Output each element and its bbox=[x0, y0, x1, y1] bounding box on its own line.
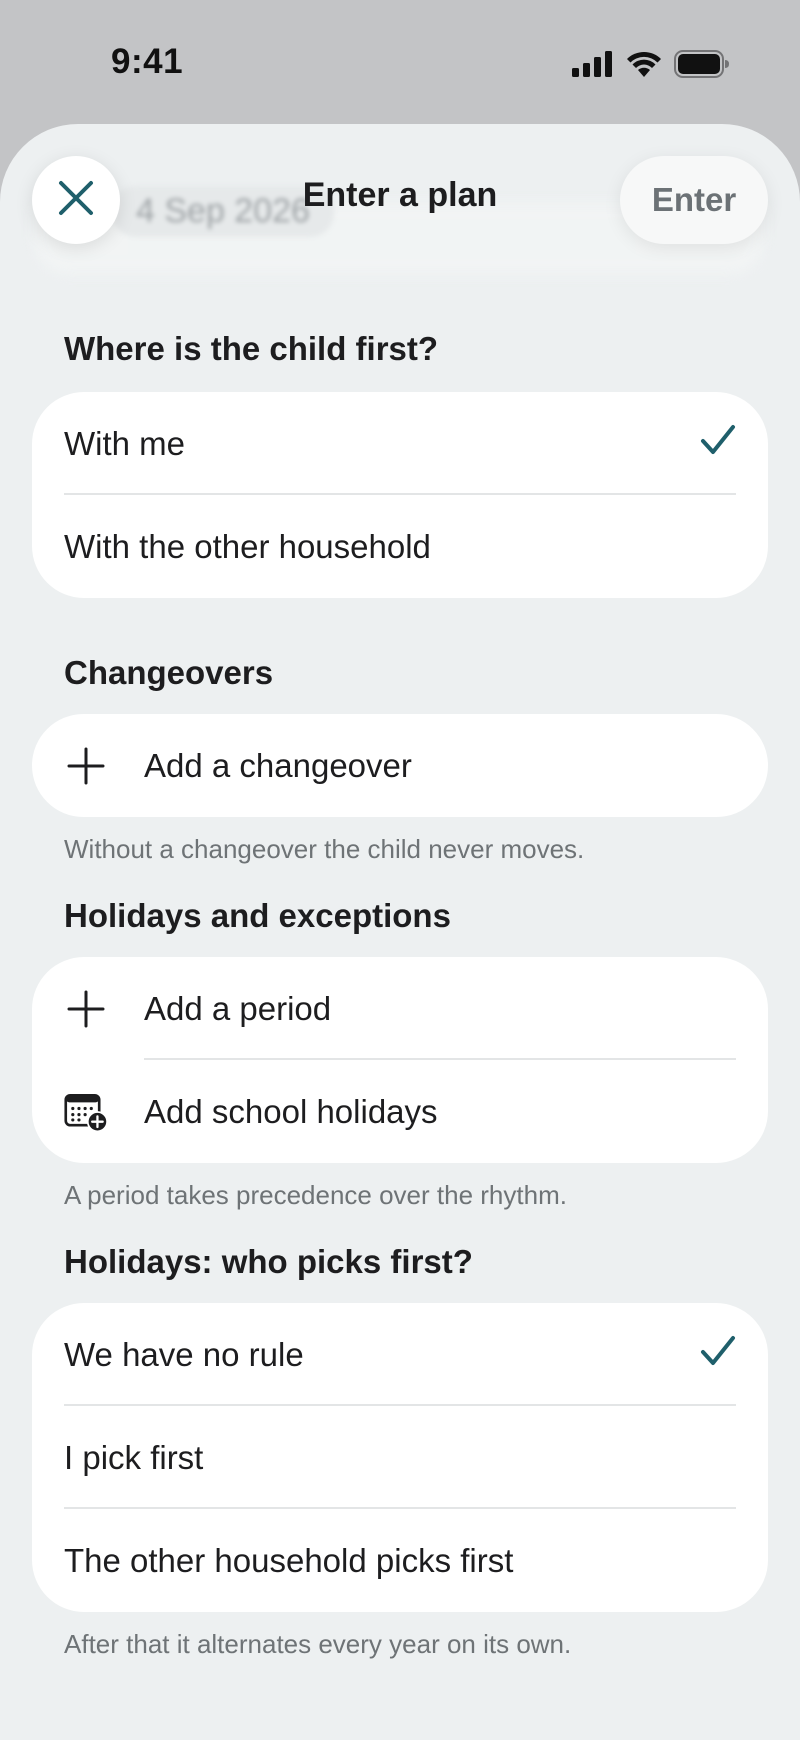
option-label: With me bbox=[64, 424, 186, 462]
option-i-pick-first[interactable]: I pick first bbox=[32, 1406, 768, 1509]
plus-icon bbox=[64, 744, 108, 788]
add-school-holidays-button[interactable]: Add school holidays bbox=[32, 1060, 768, 1163]
checkmark-icon bbox=[700, 424, 736, 464]
option-label: The other household picks first bbox=[64, 1541, 514, 1579]
add-changeover-label: Add a changeover bbox=[144, 746, 412, 784]
pick-first-card: We have no rule I pick first The other h… bbox=[32, 1303, 768, 1612]
section-title-pick-first: Holidays: who picks first? bbox=[64, 1243, 473, 1280]
cellular-signal-icon bbox=[572, 51, 614, 77]
sheet-header: 4 Sep 2026 Enter a plan Enter bbox=[0, 124, 800, 274]
enter-button[interactable]: Enter bbox=[620, 156, 768, 244]
plan-sheet: 4 Sep 2026 Enter a plan Enter Where is t… bbox=[0, 124, 800, 1740]
option-label: We have no rule bbox=[64, 1335, 304, 1373]
option-with-me[interactable]: With me bbox=[32, 392, 768, 495]
battery-icon bbox=[674, 50, 730, 78]
section-title-changeovers: Changeovers bbox=[64, 654, 274, 691]
wifi-icon bbox=[626, 51, 662, 78]
section-title-first-location: Where is the child first? bbox=[64, 330, 439, 367]
status-bar: 9:41 bbox=[0, 0, 800, 124]
section-title-holidays: Holidays and exceptions bbox=[64, 897, 451, 934]
option-no-rule[interactable]: We have no rule bbox=[32, 1303, 768, 1406]
option-label: With the other household bbox=[64, 527, 431, 565]
add-period-label: Add a period bbox=[144, 989, 332, 1027]
add-period-button[interactable]: Add a period bbox=[32, 957, 768, 1060]
plus-icon bbox=[64, 987, 108, 1031]
pick-first-footnote: After that it alternates every year on i… bbox=[64, 1629, 572, 1659]
add-changeover-button[interactable]: Add a changeover bbox=[32, 714, 768, 817]
add-school-holidays-label: Add school holidays bbox=[144, 1092, 438, 1130]
first-location-card: With me With the other household bbox=[32, 392, 768, 598]
option-other-household-picks-first[interactable]: The other household picks first bbox=[32, 1509, 768, 1612]
checkmark-icon bbox=[700, 1335, 736, 1375]
option-label: I pick first bbox=[64, 1438, 204, 1476]
calendar-add-icon bbox=[64, 1090, 108, 1134]
option-with-other-household[interactable]: With the other household bbox=[32, 495, 768, 598]
status-icons bbox=[572, 48, 730, 80]
changeovers-card: Add a changeover bbox=[32, 714, 768, 817]
holidays-card: Add a period Add school holidays bbox=[32, 957, 768, 1163]
status-time: 9:41 bbox=[111, 42, 184, 81]
changeovers-footnote: Without a changeover the child never mov… bbox=[64, 834, 585, 864]
holidays-footnote: A period takes precedence over the rhyth… bbox=[64, 1180, 567, 1210]
